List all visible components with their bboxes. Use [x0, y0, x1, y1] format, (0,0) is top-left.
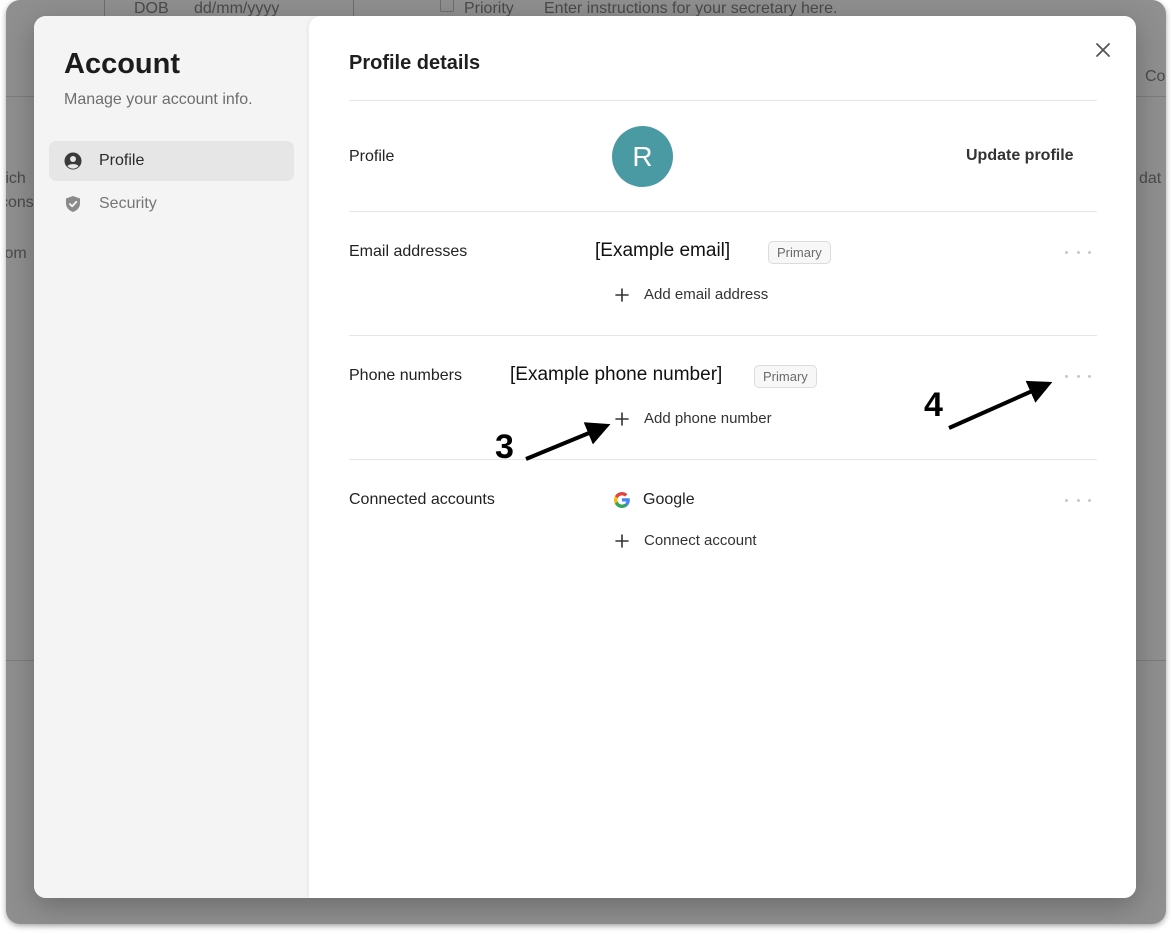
update-profile-button[interactable]: Update profile — [966, 147, 1074, 165]
phone-primary-badge: Primary — [754, 365, 817, 388]
account-sidebar: Account Manage your account info. Profil… — [34, 16, 309, 898]
close-icon — [1095, 42, 1111, 58]
sidebar-subtitle: Manage your account info. — [64, 91, 253, 108]
more-dot — [1088, 374, 1091, 378]
bg-fragment: rich — [6, 170, 26, 187]
sidebar-item-profile[interactable]: Profile — [49, 141, 294, 181]
shield-check-icon — [64, 195, 82, 213]
more-dot — [1065, 498, 1068, 502]
account-modal: Account Manage your account info. Profil… — [34, 16, 1136, 898]
google-more-button[interactable] — [1065, 493, 1091, 507]
add-email-label: Add email address — [644, 286, 769, 303]
email-more-button[interactable] — [1065, 245, 1091, 259]
avatar: R — [612, 126, 673, 187]
google-account-label: Google — [643, 491, 695, 508]
section-divider — [349, 335, 1097, 336]
section-divider — [349, 459, 1097, 460]
bg-fragment: dat — [1139, 170, 1162, 187]
more-dot — [1076, 374, 1080, 378]
section-divider — [349, 211, 1097, 212]
more-dot — [1076, 498, 1080, 502]
plus-icon — [615, 533, 629, 548]
more-dot — [1065, 250, 1068, 254]
bg-fragment: Co — [1145, 68, 1166, 85]
connected-accounts-label: Connected accounts — [349, 491, 495, 508]
profile-label: Profile — [349, 148, 395, 165]
more-dot — [1088, 250, 1091, 254]
sidebar-item-security[interactable]: Security — [49, 184, 294, 224]
section-divider — [349, 100, 1097, 101]
google-account: Google — [612, 490, 695, 510]
plus-icon — [615, 411, 629, 426]
email-addresses-label: Email addresses — [349, 243, 468, 260]
sidebar-item-label: Security — [99, 195, 157, 212]
phone-more-button[interactable] — [1065, 369, 1091, 383]
page-title: Profile details — [349, 52, 481, 74]
more-dot — [1065, 374, 1068, 378]
phone-numbers-label: Phone numbers — [349, 367, 462, 384]
add-phone-label: Add phone number — [644, 410, 772, 427]
connect-account-label: Connect account — [644, 532, 757, 549]
plus-icon — [615, 287, 629, 302]
bg-priority-checkbox — [440, 0, 454, 12]
email-primary-badge: Primary — [768, 241, 831, 264]
profile-details-panel: Profile details Profile R Update profile… — [309, 16, 1136, 898]
user-circle-icon — [64, 152, 82, 170]
email-value: [Example email] — [595, 240, 731, 261]
bg-fragment: cons — [6, 194, 34, 211]
phone-value: [Example phone number] — [510, 364, 723, 385]
connect-account-button[interactable]: Connect account — [615, 532, 757, 549]
more-dot — [1076, 250, 1080, 254]
google-icon — [612, 490, 632, 510]
add-phone-button[interactable]: Add phone number — [615, 410, 772, 427]
annotation-label-4: 4 — [924, 386, 943, 424]
more-dot — [1088, 498, 1091, 502]
close-button[interactable] — [1091, 38, 1115, 62]
sidebar-item-label: Profile — [99, 152, 145, 169]
add-email-button[interactable]: Add email address — [615, 286, 768, 303]
annotation-label-3: 3 — [495, 428, 514, 466]
bg-fragment: tom — [6, 245, 27, 262]
sidebar-title: Account — [64, 48, 180, 80]
